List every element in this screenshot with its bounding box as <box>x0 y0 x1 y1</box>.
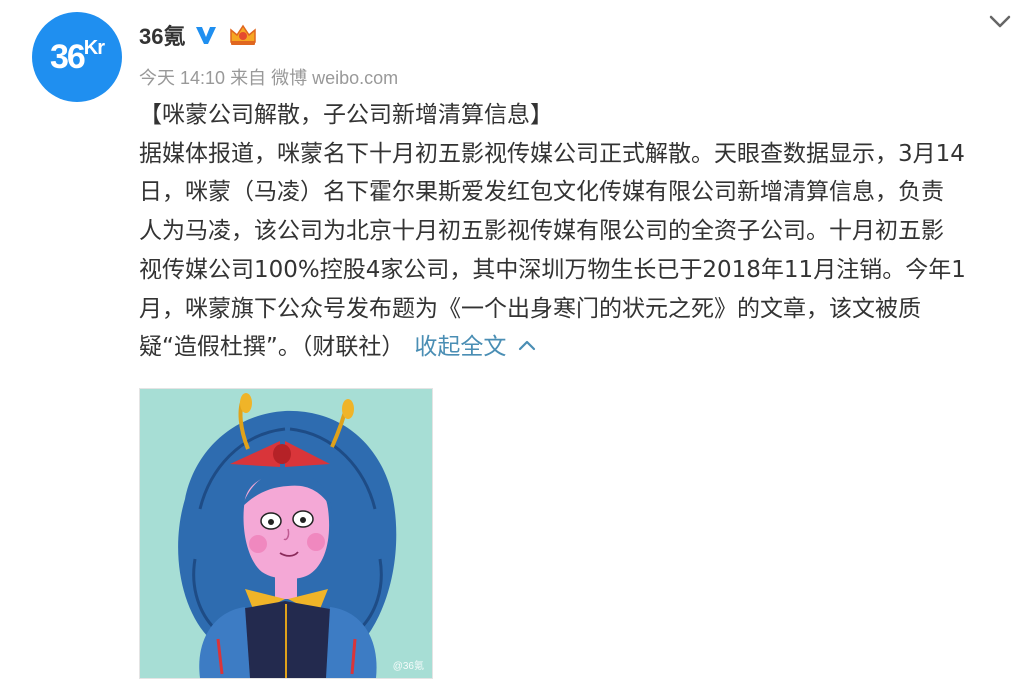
vip-crown-icon[interactable] <box>227 22 259 48</box>
post-line: 日，咪蒙（马凌）名下霍尔果斯爱发红包文化传媒有限公司新增清算信息，负责 <box>139 179 944 206</box>
avatar-logo-number: 36 <box>49 38 86 76</box>
chevron-up-icon <box>519 341 536 351</box>
avatar-logo-letters: Kr <box>83 37 105 59</box>
post-meta: 今天 14:10 来自 微博 weibo.com <box>139 64 398 90</box>
post-line: 【咪蒙公司解散，子公司新增清算信息】 <box>139 102 553 128</box>
avatar[interactable]: 36Kr <box>32 12 122 102</box>
avatar-logo: 36Kr <box>49 37 105 77</box>
post-text: 【咪蒙公司解散，子公司新增清算信息】 据媒体报道，咪蒙名下十月初五影视传媒公司正… <box>139 96 1019 367</box>
post-time[interactable]: 今天 14:10 <box>139 68 225 88</box>
post-source: 来自 微博 weibo.com <box>230 68 399 88</box>
post-line: 人为马凌，该公司为北京十月初五影视传媒有限公司的全资子公司。十月初五影 <box>139 218 944 245</box>
header-name-row: 36氪 <box>139 17 259 53</box>
user-name[interactable]: 36氪 <box>139 19 185 51</box>
post-last-text: 疑“造假杜撰”。（财联社） <box>139 334 405 361</box>
chevron-down-icon[interactable] <box>986 10 1014 34</box>
post-line: 视传媒公司100%控股4家公司，其中深圳万物生长已于2018年11月注销。今年1 <box>139 256 966 283</box>
post-line: 据媒体报道，咪蒙名下十月初五影视传媒公司正式解散。天眼查数据显示，3月14 <box>139 140 965 167</box>
post-image[interactable]: @36氪 <box>139 388 433 679</box>
illustration-girl <box>140 389 432 678</box>
post-line: 月，咪蒙旗下公众号发布题为《一个出身寒门的状元之死》的文章，该文被质 <box>139 295 921 322</box>
post-line-last: 疑“造假杜撰”。（财联社） 收起全文 <box>139 328 1019 367</box>
image-watermark: @36氪 <box>392 661 424 672</box>
collapse-full-text-link[interactable]: 收起全文 <box>414 334 536 360</box>
collapse-label[interactable]: 收起全文 <box>414 334 506 360</box>
verified-v-icon <box>193 22 219 48</box>
